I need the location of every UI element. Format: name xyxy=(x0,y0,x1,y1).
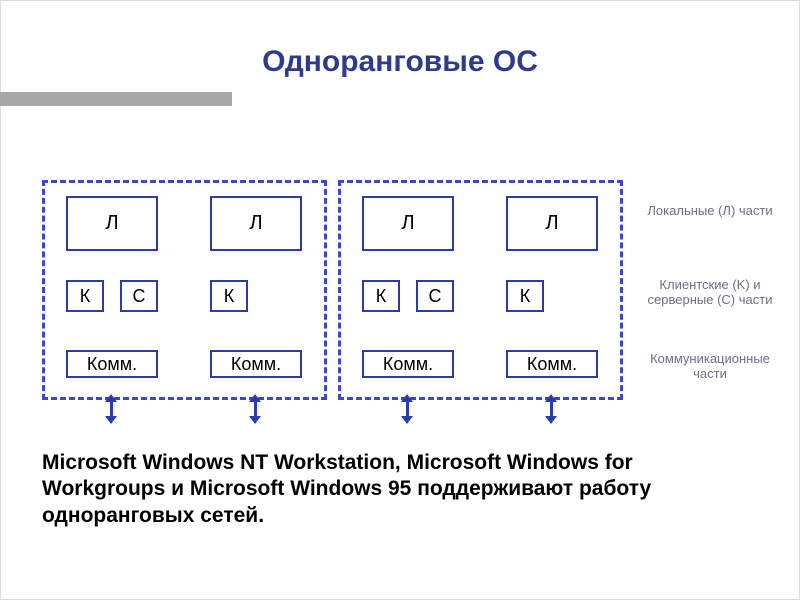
box-K: К xyxy=(506,280,544,312)
box-K: К xyxy=(362,280,400,312)
box-comm: Комм. xyxy=(210,350,302,378)
box-K: К xyxy=(66,280,104,312)
box-K: К xyxy=(210,280,248,312)
double-arrow-icon xyxy=(248,394,262,424)
title-accent-bar xyxy=(0,92,232,106)
double-arrow-icon xyxy=(544,394,558,424)
box-comm: Комм. xyxy=(362,350,454,378)
box-comm: Комм. xyxy=(66,350,158,378)
box-C: С xyxy=(120,280,158,312)
double-arrow-icon xyxy=(400,394,414,424)
box-L: Л xyxy=(66,196,158,251)
legend-client-server: Клиентские (K) и серверные (C) части xyxy=(635,278,785,308)
legend-local: Локальные (Л) части xyxy=(635,204,785,219)
legend-comm: Коммуникационные части xyxy=(635,352,785,382)
double-arrow-icon xyxy=(104,394,118,424)
box-L: Л xyxy=(210,196,302,251)
slide-title: Одноранговые ОС xyxy=(0,45,800,79)
box-C: С xyxy=(416,280,454,312)
box-L: Л xyxy=(362,196,454,251)
box-comm: Комм. xyxy=(506,350,598,378)
box-L: Л xyxy=(506,196,598,251)
caption-text: Microsoft Windows NT Workstation, Micros… xyxy=(42,450,758,529)
